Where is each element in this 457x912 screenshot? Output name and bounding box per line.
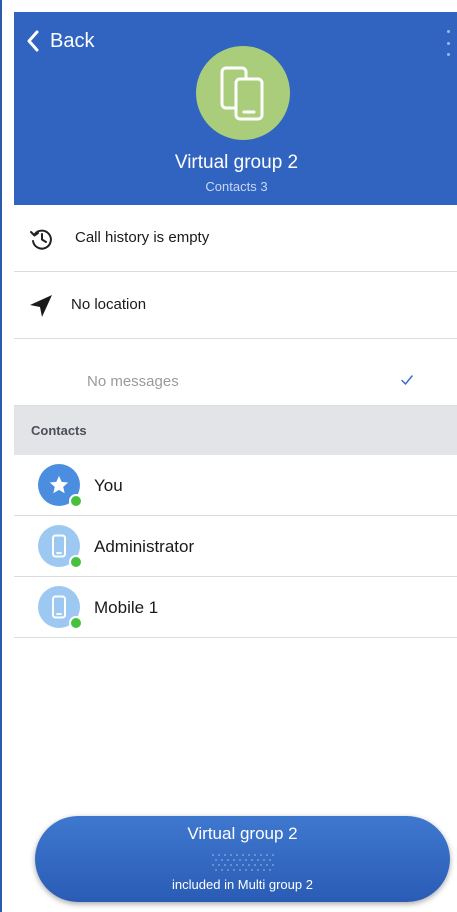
- call-history-row[interactable]: Call history is empty: [14, 205, 457, 272]
- chevron-left-icon: [27, 30, 39, 52]
- back-button[interactable]: Back: [26, 28, 94, 54]
- messages-row[interactable]: No messages: [14, 339, 457, 406]
- online-status-dot: [69, 616, 83, 630]
- location-text: No location: [71, 296, 147, 313]
- app-frame: Back Virtual group 2 Contacts 3 Call his…: [0, 0, 457, 912]
- call-history-text: Call history is empty: [75, 229, 210, 246]
- mobile-phone-icon: [52, 534, 66, 558]
- contact-name: Administrator: [94, 537, 195, 556]
- online-status-dot: [69, 555, 83, 569]
- online-status-dot: [69, 494, 83, 508]
- contacts-section-header: Contacts: [14, 406, 457, 455]
- group-header: Back Virtual group 2 Contacts 3: [14, 12, 457, 205]
- floating-bar-title: Virtual group 2: [187, 824, 298, 843]
- history-icon: [30, 229, 52, 250]
- mobile-phone-icon: [52, 595, 66, 619]
- drag-handle-icon[interactable]: [203, 851, 283, 873]
- group-contacts-count: Contacts 3: [205, 179, 268, 194]
- group-title: Virtual group 2: [174, 152, 299, 173]
- contacts-section-label: Contacts: [31, 423, 87, 438]
- devices-icon: [220, 66, 264, 121]
- contact-name: Mobile 1: [94, 598, 159, 617]
- floating-bar-subtitle: included in Multi group 2: [172, 877, 313, 892]
- star-icon: [49, 475, 69, 494]
- location-row[interactable]: No location: [14, 272, 457, 339]
- back-label: Back: [50, 29, 95, 52]
- location-arrow-icon: [30, 295, 52, 317]
- contact-row[interactable]: Administrator: [14, 516, 457, 577]
- group-avatar: [196, 46, 290, 140]
- contact-row[interactable]: Mobile 1: [14, 577, 457, 638]
- floating-group-bar[interactable]: Virtual group 2 included in Multi group …: [35, 816, 450, 902]
- contact-name: You: [94, 476, 123, 495]
- messages-text: No messages: [87, 373, 179, 390]
- contact-row[interactable]: You: [14, 455, 457, 516]
- checkmark-icon: [401, 375, 413, 385]
- more-menu-icon[interactable]: [441, 30, 455, 56]
